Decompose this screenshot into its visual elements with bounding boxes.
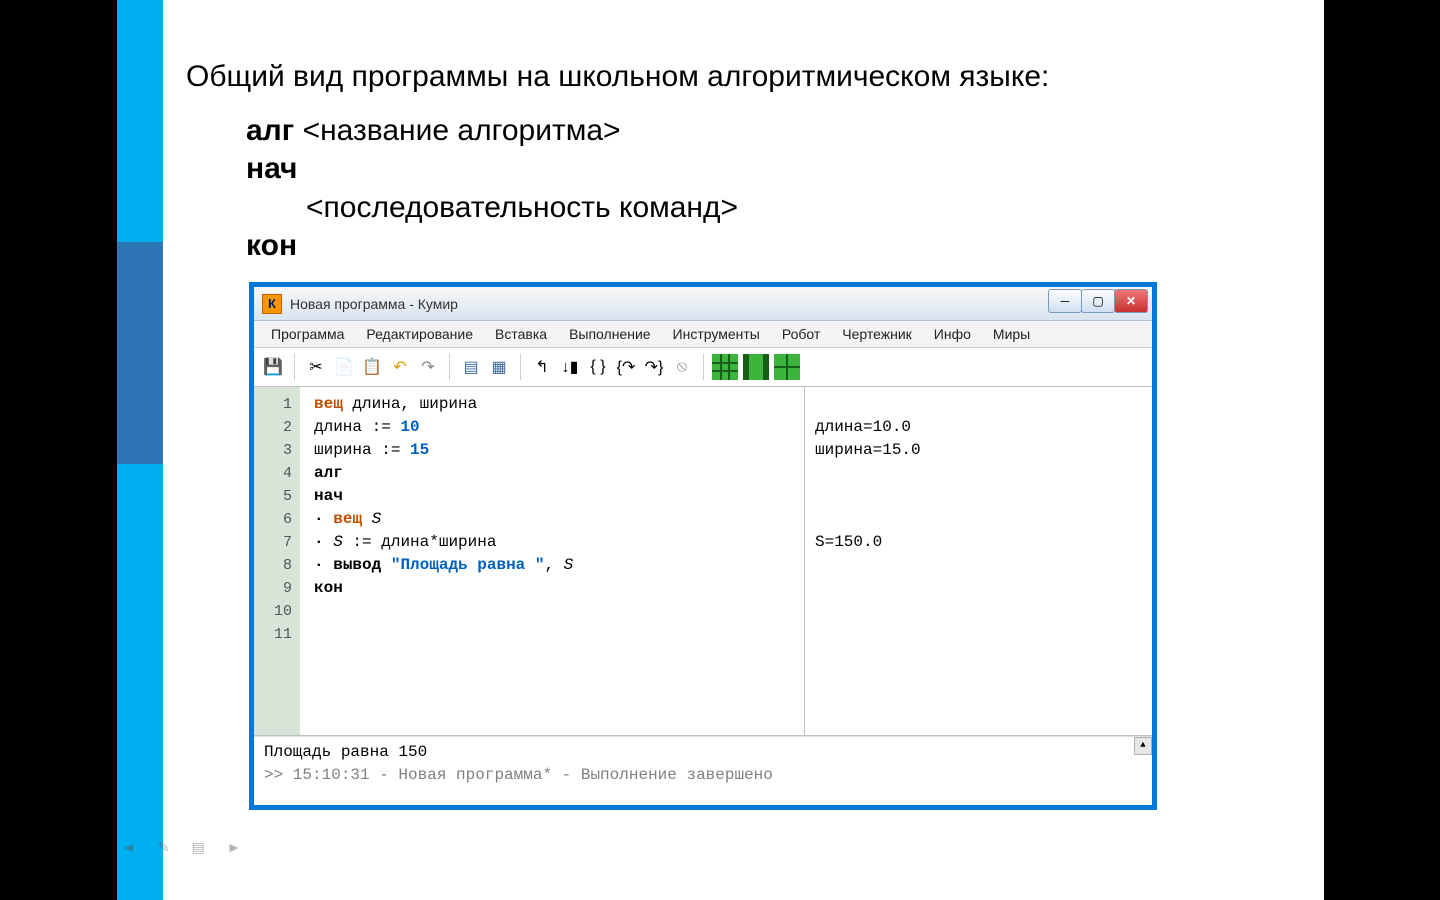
console-scrollbar[interactable]: ▲	[1134, 737, 1150, 799]
kw-alg: алг	[246, 114, 294, 147]
redo-icon[interactable]: ↷	[415, 354, 441, 380]
step-out-icon[interactable]: ↷}	[641, 354, 667, 380]
kumir-window: К Новая программа - Кумир ─ ▢ ✕ Программ…	[249, 282, 1157, 810]
maximize-button[interactable]: ▢	[1081, 289, 1115, 313]
menu-edit[interactable]: Редактирование	[355, 322, 484, 346]
close-button[interactable]: ✕	[1114, 289, 1148, 313]
list1-icon[interactable]: ▤	[458, 354, 484, 380]
console-line-1: Площадь равна 150	[264, 741, 1142, 764]
console-line-2: >> 15:10:31 - Новая программа* - Выполне…	[264, 764, 1142, 787]
syntax-block: алг <название алгоритма> нач <последоват…	[246, 112, 1306, 266]
paste-icon[interactable]: 📋	[359, 354, 385, 380]
next-slide-icon[interactable]: ►	[227, 839, 241, 856]
menu-tools[interactable]: Инструменты	[662, 322, 771, 346]
grid-icon-3[interactable]	[774, 354, 800, 380]
step-over-icon[interactable]: {↷	[613, 354, 639, 380]
step-back-icon[interactable]: ↰	[529, 354, 555, 380]
menu-bar: Программа Редактирование Вставка Выполне…	[254, 321, 1152, 348]
slide-accent-block	[117, 242, 163, 464]
menu-info[interactable]: Инфо	[923, 322, 982, 346]
stop-icon[interactable]: ⦸	[669, 354, 695, 380]
code-pane[interactable]: 1234567891011 вещ длина, ширинадлина := …	[254, 387, 805, 735]
editor-area: 1234567891011 вещ длина, ширинадлина := …	[254, 387, 1152, 736]
kw-nach: нач	[246, 152, 297, 185]
kw-kon: кон	[246, 229, 297, 262]
scroll-up-icon[interactable]: ▲	[1134, 737, 1152, 755]
menu-program[interactable]: Программа	[260, 322, 355, 346]
window-titlebar[interactable]: К Новая программа - Кумир ─ ▢ ✕	[254, 287, 1152, 321]
undo-icon[interactable]: ↶	[387, 354, 413, 380]
menu-robot[interactable]: Робот	[771, 322, 831, 346]
line-number-gutter: 1234567891011	[254, 387, 300, 735]
alg-name-placeholder: <название алгоритма>	[294, 114, 620, 147]
window-title: Новая программа - Кумир	[290, 296, 458, 312]
slide-title: Общий вид программы на школьном алгоритм…	[186, 60, 1306, 94]
minimize-button[interactable]: ─	[1048, 289, 1082, 313]
variables-pane: длина=10.0ширина=15.0 S=150.0	[805, 387, 1152, 735]
app-icon: К	[262, 294, 282, 314]
run-curly-icon[interactable]: { }	[585, 354, 611, 380]
menu-worlds[interactable]: Миры	[982, 322, 1041, 346]
save-icon[interactable]: 💾	[260, 354, 286, 380]
prev-slide-icon[interactable]: ◄	[122, 839, 136, 856]
commands-placeholder: <последовательность команд>	[306, 189, 738, 227]
code-editor[interactable]: вещ длина, ширинадлина := 10ширина := 15…	[300, 387, 804, 735]
presentation-nav: ◄ ✎ ▤ ►	[122, 839, 241, 856]
slide-content: Общий вид программы на школьном алгоритм…	[186, 60, 1306, 266]
menu-drawer[interactable]: Чертежник	[831, 322, 923, 346]
console-output: Площадь равна 150 >> 15:10:31 - Новая пр…	[254, 736, 1152, 799]
grid-icon-1[interactable]	[712, 354, 738, 380]
list2-icon[interactable]: ▦	[486, 354, 512, 380]
step-into-icon[interactable]: ↓▮	[557, 354, 583, 380]
menu-run[interactable]: Выполнение	[558, 322, 661, 346]
pen-nav-icon[interactable]: ✎	[158, 839, 170, 856]
menu-insert[interactable]: Вставка	[484, 322, 558, 346]
grid-icon-2[interactable]	[743, 354, 769, 380]
copy-icon[interactable]: 📄	[331, 354, 357, 380]
toolbar: 💾 ✂ 📄 📋 ↶ ↷ ▤ ▦ ↰ ↓▮ { } {↷ ↷} ⦸	[254, 348, 1152, 387]
slides-nav-icon[interactable]: ▤	[192, 839, 205, 856]
cut-icon[interactable]: ✂	[303, 354, 329, 380]
